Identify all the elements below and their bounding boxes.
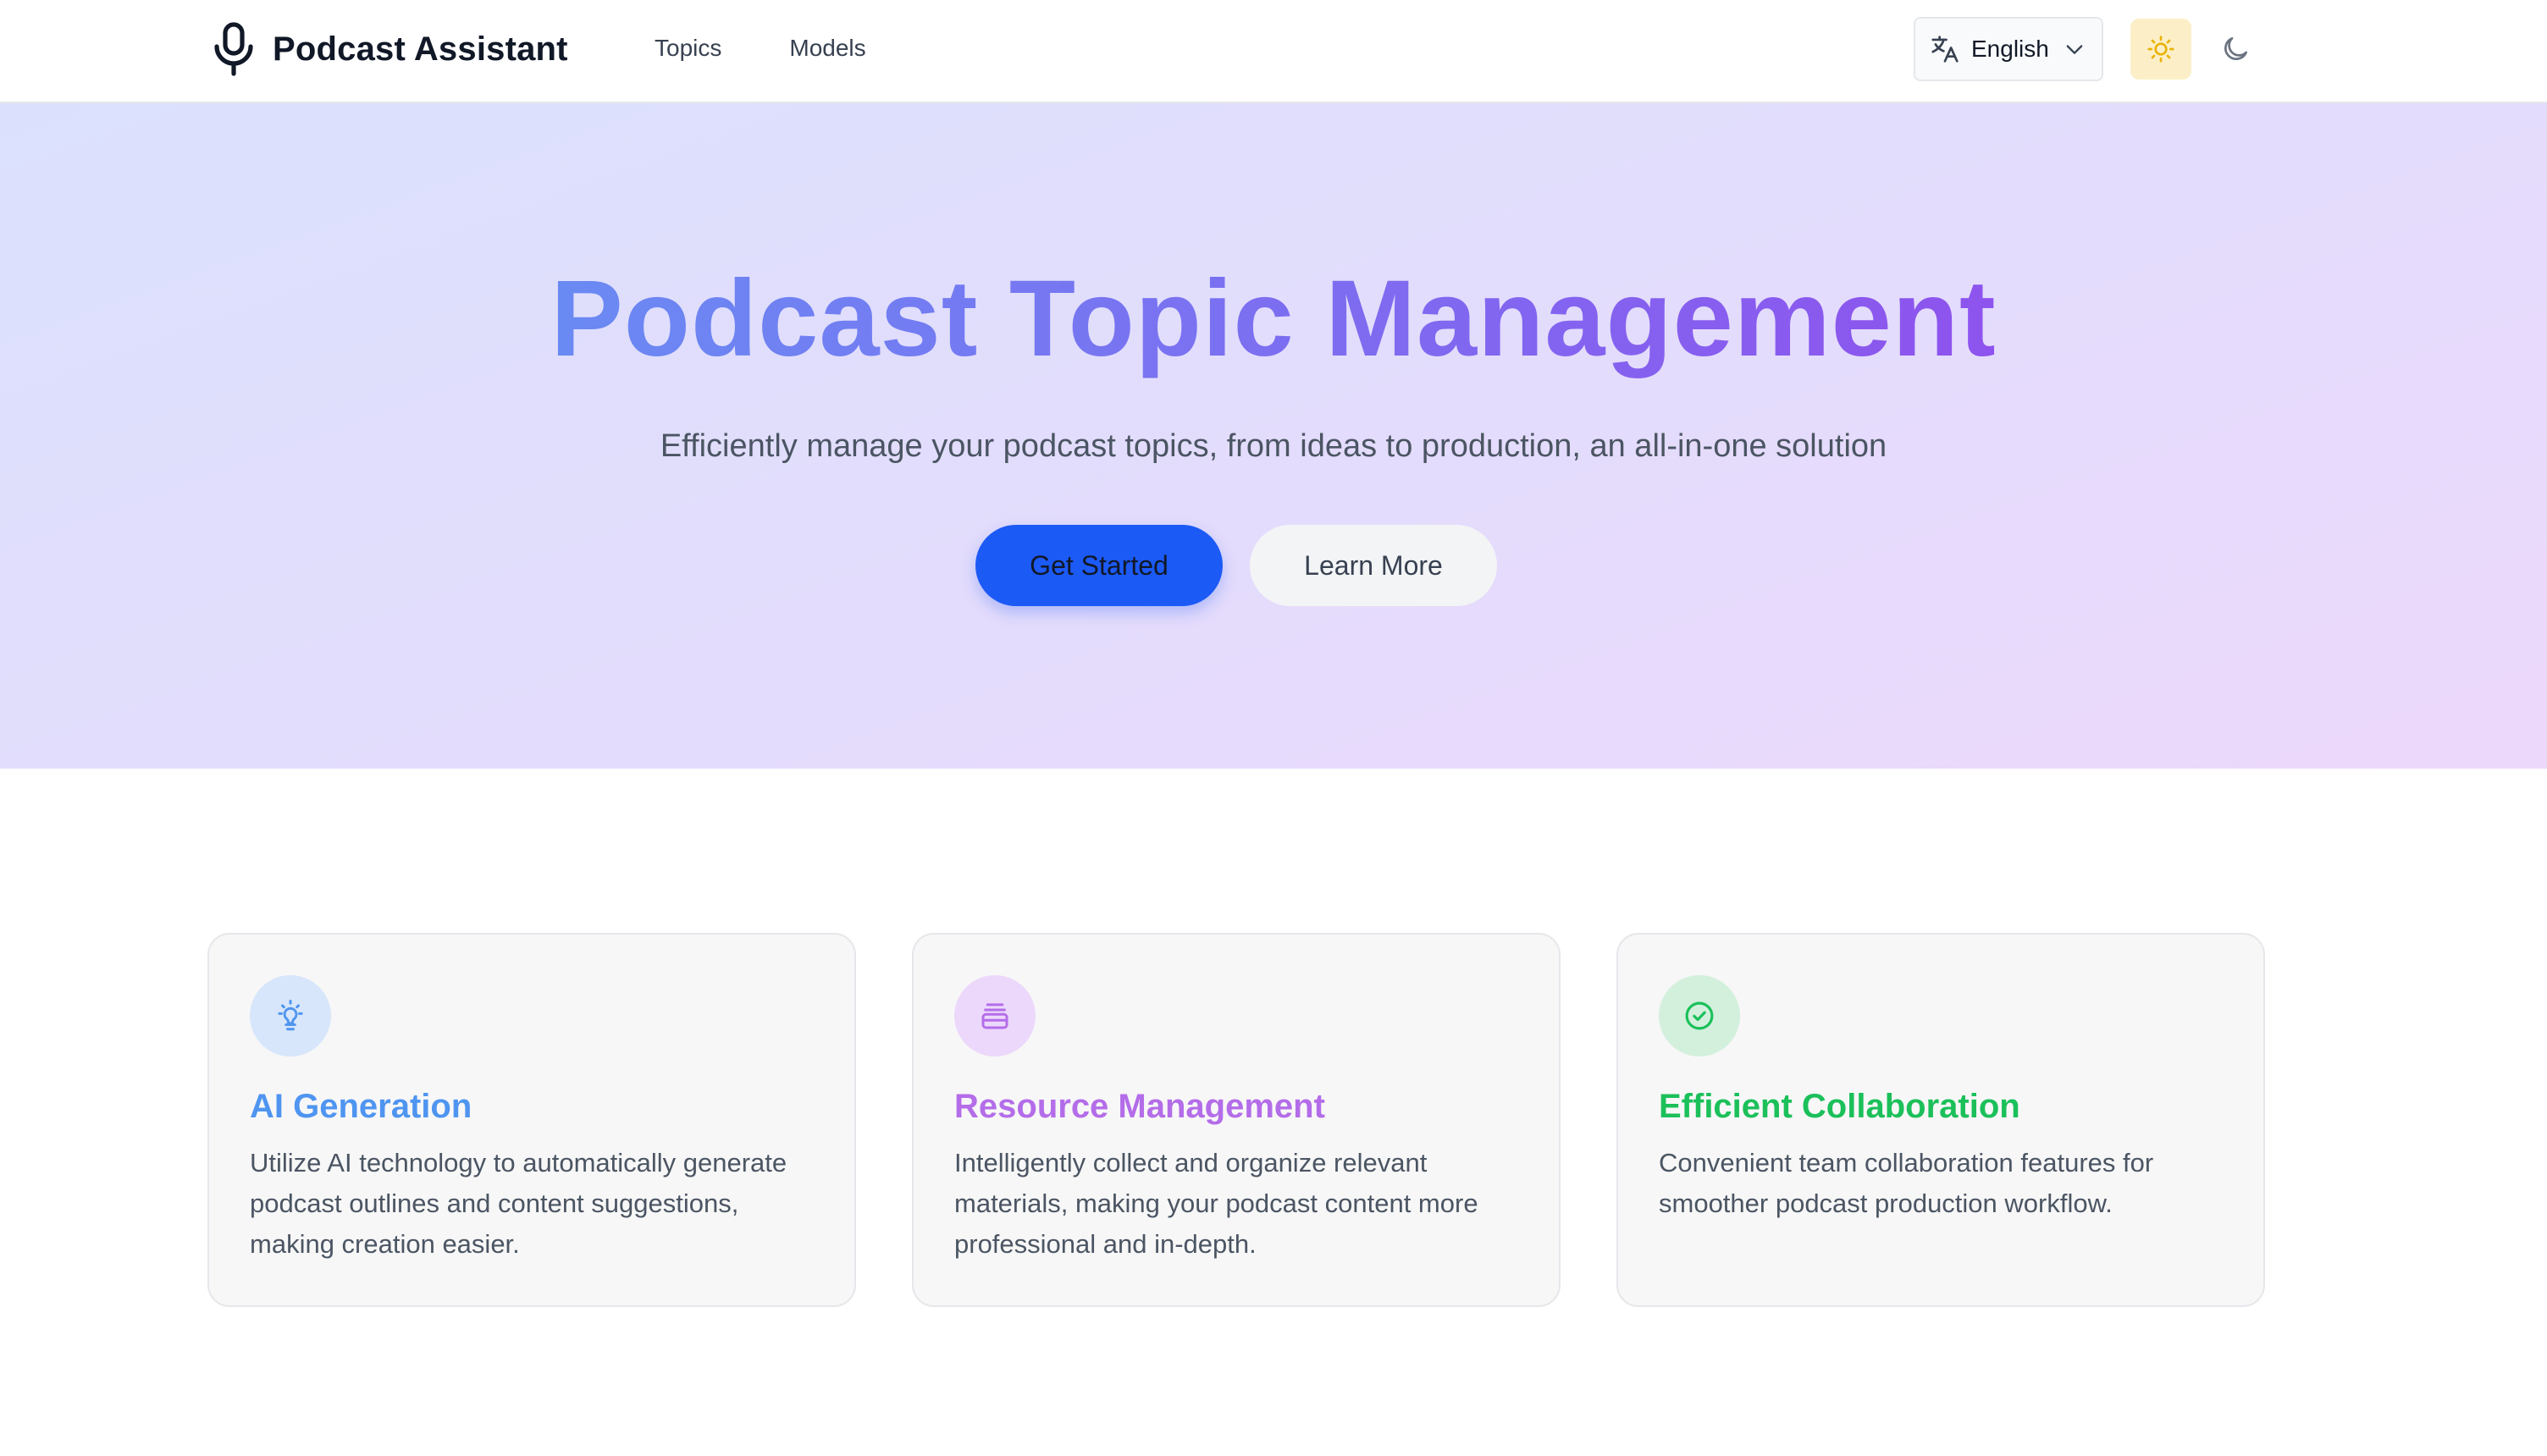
translate-icon bbox=[1931, 36, 1959, 63]
hero-title-text: Podcast Topic Management bbox=[550, 258, 1997, 379]
brand[interactable]: Podcast Assistant bbox=[212, 22, 568, 76]
language-label: English bbox=[1971, 36, 2049, 62]
feature-title: AI Generation bbox=[250, 1088, 472, 1125]
chevron-down-icon bbox=[2066, 45, 2083, 54]
hero-section: Podcast Topic Management Efficiently man… bbox=[0, 103, 2547, 769]
feature-card-resource-management: Resource Management Intelligently collec… bbox=[912, 933, 1561, 1307]
nav-link-topics[interactable]: Topics bbox=[655, 30, 721, 66]
feature-title: Resource Management bbox=[954, 1088, 1325, 1125]
dark-mode-button[interactable] bbox=[2205, 19, 2266, 80]
feature-title: Efficient Collaboration bbox=[1659, 1088, 2020, 1125]
hero-subtitle: Efficiently manage your podcast topics, … bbox=[660, 428, 1887, 464]
top-navbar: Podcast Assistant Topics Models English bbox=[0, 0, 2547, 103]
feature-description: Utilize AI technology to automatically g… bbox=[250, 1148, 787, 1259]
get-started-button[interactable]: Get Started bbox=[975, 525, 1223, 606]
check-circle-icon bbox=[1685, 1001, 1714, 1030]
feature-icon-badge bbox=[954, 975, 1036, 1056]
brand-title: Podcast Assistant bbox=[273, 30, 568, 68]
light-mode-button[interactable] bbox=[2130, 19, 2191, 80]
nav-link-models[interactable]: Models bbox=[789, 30, 865, 66]
hero-title: Podcast Topic Management bbox=[0, 256, 2547, 383]
main-nav: Topics Models bbox=[655, 30, 866, 66]
moon-icon bbox=[2224, 36, 2248, 60]
feature-icon-badge bbox=[250, 975, 331, 1056]
feature-icon-badge bbox=[1659, 975, 1740, 1056]
language-select[interactable]: English bbox=[1914, 17, 2103, 81]
learn-more-button[interactable]: Learn More bbox=[1250, 525, 1497, 606]
feature-description: Intelligently collect and organize relev… bbox=[954, 1148, 1478, 1259]
microphone-icon bbox=[214, 22, 253, 76]
feature-description: Convenient team collaboration features f… bbox=[1659, 1148, 2154, 1218]
feature-card-ai-generation: AI Generation Utilize AI technology to a… bbox=[207, 933, 856, 1307]
archive-icon bbox=[981, 1003, 1008, 1029]
lightbulb-icon bbox=[278, 1000, 303, 1031]
feature-card-efficient-collaboration: Efficient Collaboration Convenient team … bbox=[1616, 933, 2265, 1307]
sun-icon bbox=[2147, 36, 2174, 63]
